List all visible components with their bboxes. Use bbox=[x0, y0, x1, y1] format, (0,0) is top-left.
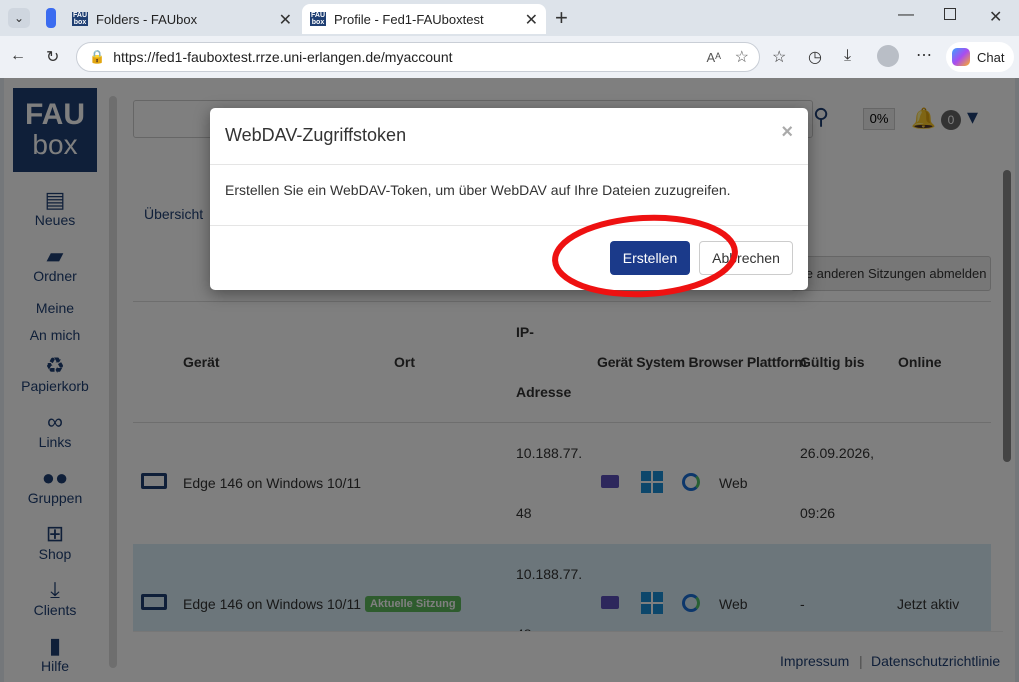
tab-profile[interactable]: FAU box Profile - Fed1-FAUboxtest ✕ bbox=[302, 4, 546, 34]
fau-favicon-icon: FAU box bbox=[72, 12, 88, 26]
tab-title: Folders - FAUbox bbox=[96, 11, 198, 27]
back-icon[interactable]: ← bbox=[10, 47, 26, 65]
favorites-icon[interactable]: ☆ bbox=[772, 47, 786, 67]
dialog-close-icon[interactable]: × bbox=[781, 121, 793, 144]
lock-icon: 🔒 bbox=[89, 49, 106, 64]
highlight-ellipse bbox=[552, 214, 738, 298]
downloads-icon[interactable]: ⤓ bbox=[844, 47, 851, 65]
browser-chrome: ⌄ FAU box Folders - FAUbox ✕ FAU box Profi… bbox=[0, 0, 1019, 78]
favorite-star-icon[interactable]: ☆ bbox=[735, 47, 749, 67]
tab-strip: ⌄ FAU box Folders - FAUbox ✕ FAU box Profi… bbox=[0, 0, 1019, 36]
close-tab-icon[interactable]: ✕ bbox=[279, 10, 292, 30]
url-text: https://fed1-fauboxtest.rrze.uni-erlange… bbox=[113, 49, 453, 65]
new-tab-icon[interactable]: + bbox=[555, 5, 568, 31]
copilot-chat-button[interactable]: Chat bbox=[946, 42, 1014, 72]
address-bar[interactable]: 🔒 https://fed1-fauboxtest.rrze.uni-erlan… bbox=[76, 42, 760, 72]
profile-avatar-icon[interactable] bbox=[877, 45, 899, 67]
dialog-title: WebDAV-Zugriffstoken bbox=[225, 125, 407, 145]
dialog-body-text: Erstellen Sie ein WebDAV-Token, um über … bbox=[225, 182, 731, 198]
minimize-icon[interactable]: — bbox=[898, 6, 914, 24]
close-tab-icon[interactable]: ✕ bbox=[525, 10, 538, 30]
read-aloud-icon[interactable]: Aᴬ bbox=[706, 50, 721, 65]
tab-title: Profile - Fed1-FAUboxtest bbox=[334, 11, 484, 27]
chat-label: Chat bbox=[977, 49, 1005, 65]
more-icon[interactable]: ⋯ bbox=[916, 45, 932, 65]
fau-favicon-icon: FAU box bbox=[310, 12, 326, 26]
maximize-icon[interactable] bbox=[944, 8, 956, 20]
tab-folders[interactable]: FAU box Folders - FAUbox ✕ bbox=[64, 4, 300, 34]
reload-icon[interactable]: ↻ bbox=[46, 47, 59, 67]
history-icon[interactable]: ◷ bbox=[808, 47, 822, 67]
tab-menu-icon[interactable]: ⌄ bbox=[8, 8, 30, 28]
dialog-divider bbox=[210, 164, 808, 165]
tab-group-icon[interactable] bbox=[46, 8, 56, 28]
window-close-icon[interactable]: ✕ bbox=[989, 7, 1002, 27]
copilot-icon bbox=[952, 48, 970, 66]
